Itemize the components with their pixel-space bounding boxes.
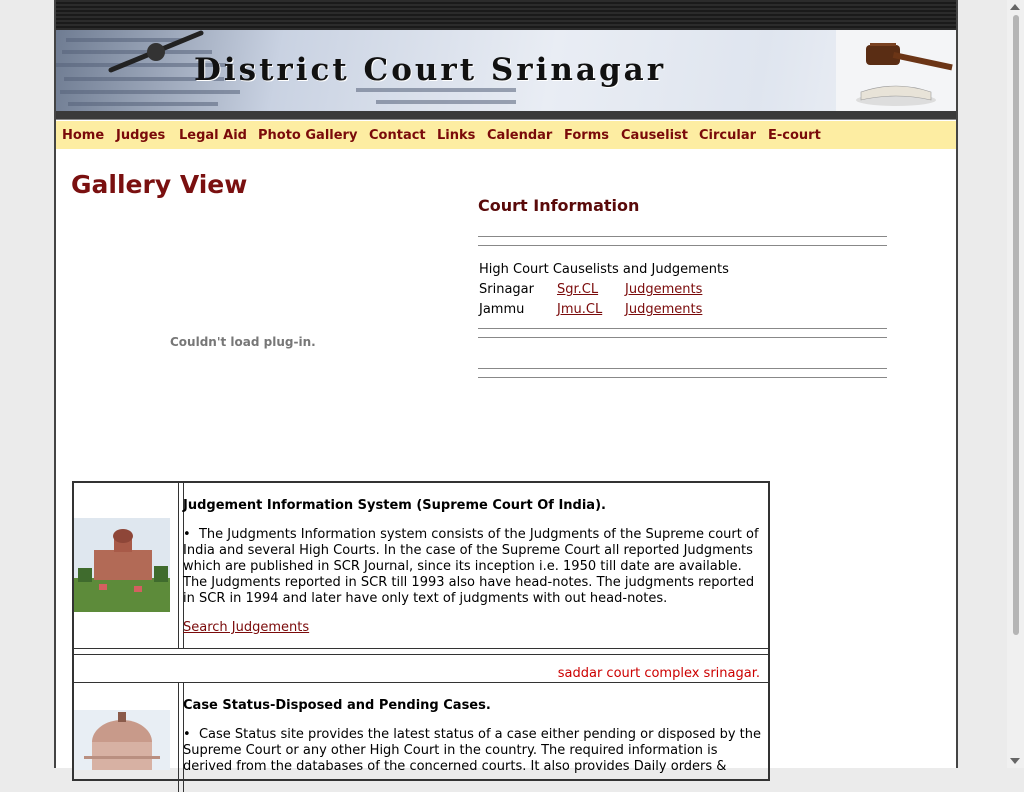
jammu-causelist-link[interactable]: Jmu.CL xyxy=(557,302,602,317)
nav-causelist[interactable]: Causelist xyxy=(621,128,688,143)
entry-description: • The Judgments Information system consi… xyxy=(183,527,759,606)
supreme-court-photo xyxy=(74,518,170,612)
plugin-error-message: Couldn't load plug-in. xyxy=(170,335,316,349)
scroll-down-icon[interactable] xyxy=(1010,758,1020,764)
jammu-judgements-link[interactable]: Judgements xyxy=(625,302,702,317)
bullet-icon: • xyxy=(183,527,191,542)
photo-caption: saddar court complex srinagar. xyxy=(557,666,760,681)
nav-links[interactable]: Links xyxy=(437,128,475,143)
divider xyxy=(478,368,887,378)
nav-photo-gallery[interactable]: Photo Gallery xyxy=(258,128,357,143)
nav-forms[interactable]: Forms xyxy=(564,128,609,143)
row-divider xyxy=(74,654,768,655)
hc-city-label: Srinagar xyxy=(479,282,534,297)
bullet-icon: • xyxy=(183,727,191,742)
search-judgements-link[interactable]: Search Judgements xyxy=(183,620,309,635)
top-bar xyxy=(56,0,956,30)
court-info-title: Court Information xyxy=(478,196,640,215)
divider xyxy=(478,236,887,246)
entry-title: Case Status-Disposed and Pending Cases. xyxy=(183,698,491,713)
nav-e-court[interactable]: E-court xyxy=(768,128,821,143)
srinagar-causelist-link[interactable]: Sgr.CL xyxy=(557,282,598,297)
vertical-scrollbar[interactable] xyxy=(1007,0,1024,768)
srinagar-judgements-link[interactable]: Judgements xyxy=(625,282,702,297)
nav-home[interactable]: Home xyxy=(62,128,104,143)
row-divider xyxy=(74,648,768,649)
gavel-icon xyxy=(836,30,956,111)
entry-title: Judgement Information System (Supreme Co… xyxy=(183,498,606,513)
site-title: District Court Srinagar xyxy=(194,52,667,88)
divider xyxy=(478,328,887,338)
nav-judges[interactable]: Judges xyxy=(116,128,165,143)
banner-border xyxy=(56,111,956,120)
hc-city-label: Jammu xyxy=(479,302,525,317)
nav-circular[interactable]: Circular xyxy=(699,128,756,143)
scroll-up-icon[interactable] xyxy=(1010,4,1020,10)
nav-contact[interactable]: Contact xyxy=(369,128,426,143)
nav-calendar[interactable]: Calendar xyxy=(487,128,552,143)
nav-legal-aid[interactable]: Legal Aid xyxy=(179,128,247,143)
main-nav: Home Judges Legal Aid Photo Gallery Cont… xyxy=(56,121,956,149)
hc-table-header: High Court Causelists and Judgements xyxy=(479,262,729,277)
supreme-court-dome-photo xyxy=(74,710,170,770)
gallery-title: Gallery View xyxy=(71,170,248,199)
page-container: District Court Srinagar Home Judges Lega… xyxy=(54,0,958,792)
info-table: Judgement Information System (Supreme Co… xyxy=(72,481,770,792)
scrollbar-thumb[interactable] xyxy=(1013,15,1019,635)
header-banner: District Court Srinagar xyxy=(56,30,956,111)
